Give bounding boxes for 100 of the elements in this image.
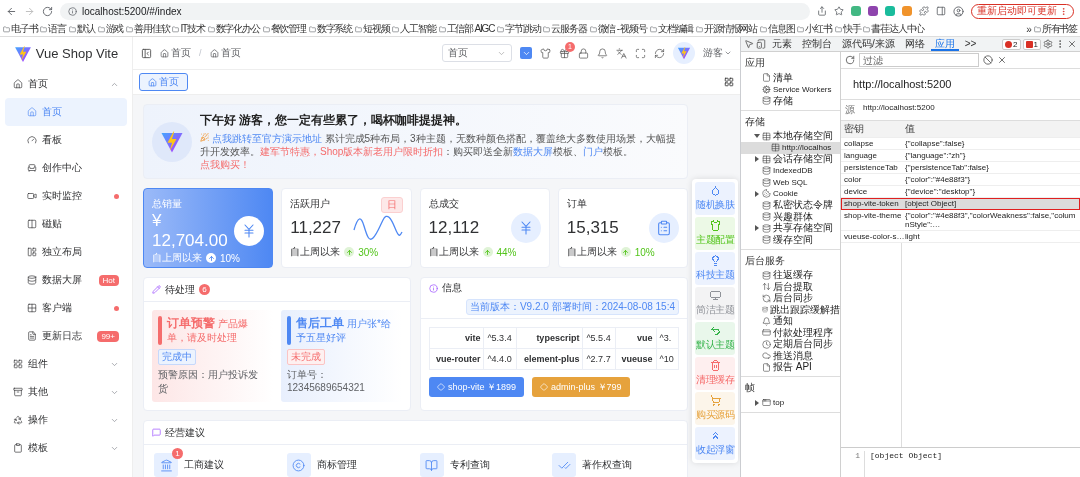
- gift-icon[interactable]: [559, 47, 570, 59]
- menu-group[interactable]: 首页: [5, 70, 127, 98]
- profile-icon[interactable]: [953, 5, 964, 17]
- tree-item[interactable]: 存储: [741, 95, 840, 107]
- tree-item[interactable]: 私密状态令牌: [741, 199, 840, 211]
- update-button[interactable]: 重新启动即可更新: [971, 3, 1074, 19]
- tree-item[interactable]: 报告 API: [741, 361, 840, 373]
- bookmark[interactable]: 書荏达人中心: [863, 22, 925, 36]
- tree-item[interactable]: 会话存储空间: [741, 153, 840, 165]
- menu-item[interactable]: 磁贴: [5, 210, 127, 238]
- avatar[interactable]: [673, 42, 695, 64]
- tree-item[interactable]: 后台同步: [741, 292, 840, 304]
- bookmark[interactable]: 善用佳软: [126, 22, 170, 36]
- back-icon[interactable]: [6, 5, 17, 17]
- reload-icon[interactable]: [42, 5, 53, 17]
- refresh-icon[interactable]: [845, 55, 855, 65]
- collapse-icon[interactable]: [141, 47, 152, 59]
- shirt-icon[interactable]: [540, 47, 551, 59]
- service-link[interactable]: 专利查询: [449, 458, 490, 472]
- settings-icon[interactable]: [1043, 37, 1053, 51]
- storage-row[interactable]: shop-vite-theme {"color":"#4e88f3","colorWeakness":false,"columnStyle":…: [841, 210, 1080, 231]
- more-bookmarks[interactable]: »: [1026, 23, 1031, 35]
- tree-item[interactable]: 共享存储空间: [741, 222, 840, 234]
- bookmark[interactable]: 语言: [40, 22, 66, 36]
- storage-row[interactable]: collapse {"collapse":false}: [841, 138, 1080, 150]
- menu-group[interactable]: 组件: [5, 350, 127, 378]
- tree-item[interactable]: 清单: [741, 72, 840, 84]
- tree-item[interactable]: 往返缓存: [741, 269, 840, 281]
- tree-item[interactable]: 定期后台同步: [741, 338, 840, 350]
- bookmark[interactable]: 数字系统: [308, 22, 352, 36]
- theme-dropdown-icon[interactable]: [520, 47, 532, 59]
- device-toggle-icon[interactable]: [756, 37, 766, 51]
- bookmark[interactable]: 快手: [834, 22, 861, 36]
- bookmark[interactable]: 游戏: [97, 22, 124, 36]
- service-link[interactable]: 商标管理: [316, 458, 357, 472]
- bookmark[interactable]: 所有书签: [1033, 22, 1077, 36]
- extensions-icon[interactable]: [919, 6, 929, 16]
- storage-row[interactable]: language {"language":"zh"}: [841, 150, 1080, 162]
- menu-group[interactable]: 模板: [5, 434, 127, 462]
- tree-item[interactable]: Cookie: [741, 188, 840, 200]
- bookmark[interactable]: 短视频: [354, 22, 390, 36]
- devtools-tab[interactable]: 控制台: [798, 37, 836, 51]
- menu-search-select[interactable]: 首页: [442, 44, 512, 62]
- storage-row[interactable]: device {"device":"desktop"}: [841, 186, 1080, 198]
- translate-icon[interactable]: [616, 47, 627, 59]
- refresh-icon[interactable]: [654, 47, 665, 59]
- tree-item[interactable]: 付款处理程序: [741, 327, 840, 339]
- close-icon[interactable]: [997, 55, 1007, 65]
- address-field[interactable]: localhost:5200/#/index: [60, 2, 810, 20]
- bookmark[interactable]: 信息图: [759, 22, 795, 36]
- menu-group[interactable]: 操作: [5, 406, 127, 434]
- lock-icon[interactable]: [578, 47, 589, 59]
- devtools-tab[interactable]: 元素: [768, 37, 796, 51]
- bookmark[interactable]: 人工智能: [392, 22, 436, 36]
- devtools-tab[interactable]: 网络: [900, 37, 929, 51]
- bookmark[interactable]: 开源情报网站: [696, 22, 757, 36]
- bookmark[interactable]: 电子书: [3, 22, 38, 36]
- bookmark[interactable]: 默认: [69, 22, 95, 36]
- menu-item[interactable]: 实时监控: [5, 182, 127, 210]
- tree-item[interactable]: 兴趣群体: [741, 211, 840, 223]
- user-menu[interactable]: 游客: [703, 46, 732, 60]
- star-icon[interactable]: [834, 6, 844, 16]
- tree-item[interactable]: 跳出跟踪缓解措: [741, 304, 840, 316]
- tree-item[interactable]: IndexedDB: [741, 165, 840, 177]
- tree-item[interactable]: 本地存储空间: [741, 130, 840, 142]
- bookmark[interactable]: 数字化办公: [207, 22, 260, 36]
- bookmark[interactable]: 字节跳动: [497, 22, 541, 36]
- filter-field[interactable]: 过滤: [859, 53, 979, 67]
- devtools-tab[interactable]: 应用: [930, 37, 959, 51]
- menu-item[interactable]: 数据大屏 Hot: [5, 266, 127, 294]
- service-link[interactable]: 工商建议: [184, 458, 224, 472]
- storage-row[interactable]: shop-vite-token [object Object]: [841, 198, 1080, 210]
- bookmark[interactable]: 餐饮管理: [262, 22, 306, 36]
- menu-item[interactable]: 客户端: [5, 294, 127, 322]
- breadcrumb-link[interactable]: 首页: [160, 46, 191, 60]
- warning-count[interactable]: 1: [1022, 38, 1041, 50]
- tree-item[interactable]: 后台提取: [741, 281, 840, 293]
- menu-group[interactable]: 其他: [5, 378, 127, 406]
- menu-item[interactable]: 更新日志 99+: [5, 322, 127, 350]
- bookmark[interactable]: 工信部 AIGC: [438, 22, 495, 36]
- service-link[interactable]: 著作权查询: [582, 458, 633, 472]
- storage-row[interactable]: vueuse-color-s…light: [841, 231, 1080, 243]
- bookmark[interactable]: 文档编辑: [649, 22, 694, 36]
- text-link[interactable]: 门户: [583, 146, 604, 157]
- storage-row[interactable]: color {"color":"#4e88f3"}: [841, 174, 1080, 186]
- tree-item[interactable]: 缓存空间: [741, 234, 840, 246]
- menu-item[interactable]: 独立布局: [5, 238, 127, 266]
- bookmark[interactable]: 小红书: [797, 22, 832, 36]
- menu-item[interactable]: 看板: [5, 126, 127, 154]
- tree-item[interactable]: 推送消息: [741, 350, 840, 362]
- fullscreen-icon[interactable]: [635, 47, 646, 59]
- tree-item[interactable]: 通知: [741, 315, 840, 327]
- side-panel-icon[interactable]: [936, 6, 946, 16]
- tree-item[interactable]: http://localhos: [741, 142, 840, 154]
- share-icon[interactable]: [817, 6, 827, 16]
- bookmark[interactable]: 微信 - 视频号: [589, 22, 647, 36]
- inspect-icon[interactable]: [744, 37, 754, 51]
- error-count[interactable]: 2: [1002, 38, 1021, 50]
- storage-row[interactable]: persistenceTab {"persistenceTab":false}: [841, 162, 1080, 174]
- grid-icon[interactable]: [724, 77, 734, 87]
